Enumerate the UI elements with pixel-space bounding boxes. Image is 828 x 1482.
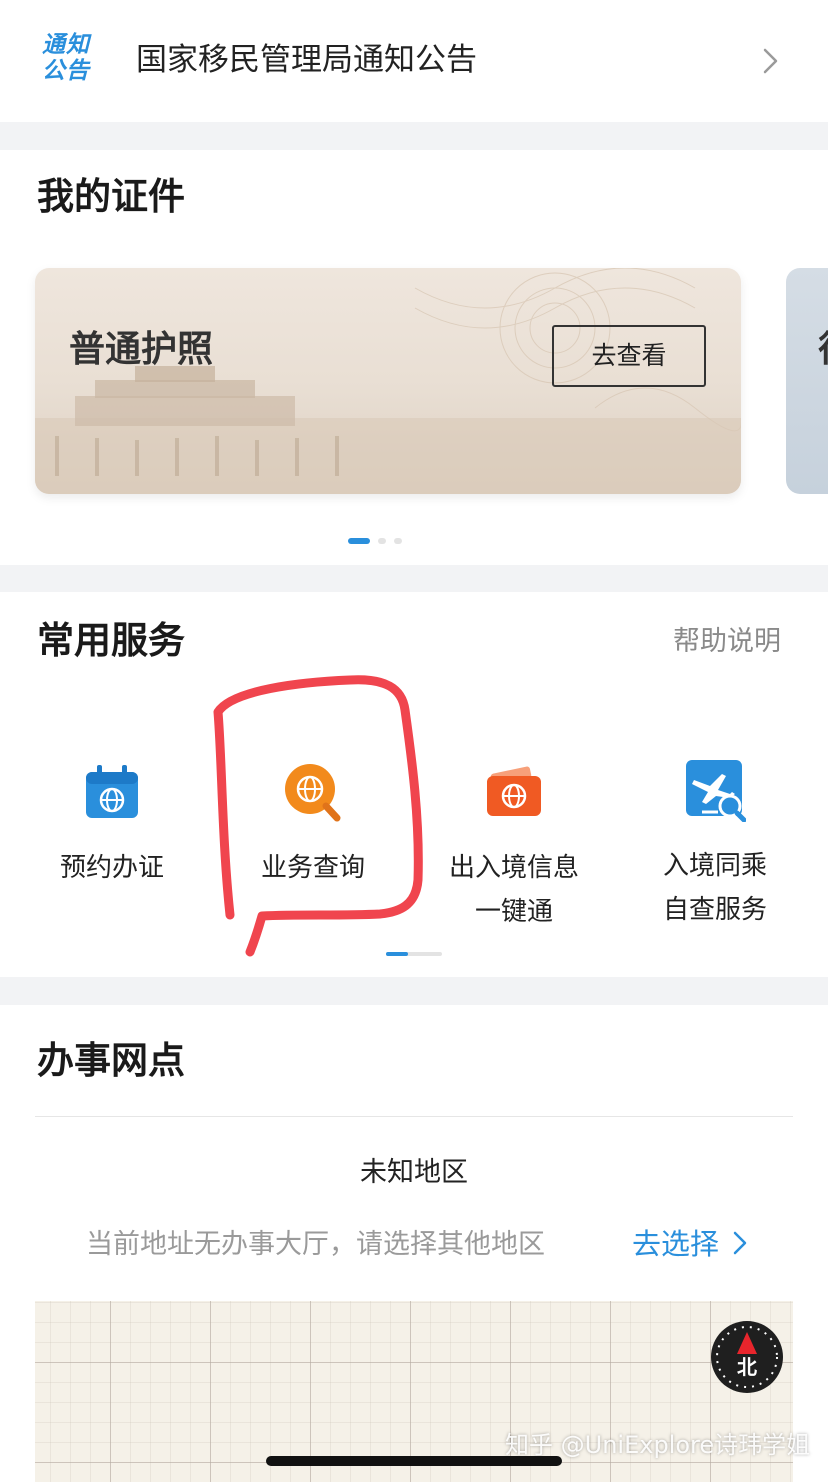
help-link[interactable]: 帮助说明	[673, 622, 781, 662]
scroll-thumb	[386, 952, 408, 956]
service-label-line1: 入境同乘	[662, 851, 767, 881]
section-title: 办事网点	[37, 1039, 185, 1082]
pager-dot	[378, 538, 386, 544]
pager-dot-active	[348, 538, 370, 544]
notice-logo-line1: 通知	[42, 32, 90, 58]
chevron-right-icon[interactable]	[760, 46, 782, 76]
chevron-right-icon	[733, 1231, 747, 1255]
section-title: 常用服务	[37, 619, 185, 662]
my-documents-section: 我的证件 普通护照 去查看 往	[0, 150, 828, 565]
choose-region-label: 去选择	[632, 1227, 720, 1261]
plane-search-icon	[686, 760, 746, 822]
notice-logo: 通知 公告	[42, 32, 106, 88]
view-passport-button[interactable]: 去查看	[552, 325, 706, 387]
globe-search-icon	[285, 764, 341, 822]
next-document-name: 往	[818, 326, 828, 374]
wallet-globe-icon	[487, 766, 541, 816]
service-label-line2: 一键通	[474, 897, 553, 927]
service-label-line1: 出入境信息	[448, 853, 579, 883]
passport-card[interactable]: 普通护照 去查看	[35, 268, 741, 494]
section-title: 我的证件	[37, 175, 185, 218]
compass-label: 北	[737, 1355, 757, 1379]
pager-dot	[394, 538, 402, 544]
services-scroll-indicator	[386, 952, 442, 956]
service-same-flight-check[interactable]: 入境同乘 自查服务	[615, 760, 815, 932]
home-indicator[interactable]	[266, 1456, 562, 1466]
compass-button[interactable]: 北	[710, 1320, 784, 1394]
service-business-query[interactable]: 业务查询	[213, 762, 413, 890]
service-entry-exit-info[interactable]: 出入境信息 一键通	[414, 762, 614, 934]
service-label: 预约办证	[59, 853, 164, 883]
service-label-line2: 自查服务	[662, 895, 767, 925]
notice-title[interactable]: 国家移民管理局通知公告	[136, 38, 477, 82]
region-name: 未知地区	[360, 1157, 468, 1188]
choose-region-link[interactable]: 去选择	[632, 1222, 748, 1266]
divider	[35, 1116, 793, 1117]
calendar-globe-icon	[86, 765, 138, 818]
service-label: 业务查询	[260, 853, 365, 883]
next-document-card[interactable]: 往	[786, 268, 828, 494]
offices-section: 办事网点 未知地区 当前地址无办事大厅，请选择其他地区 去选择	[0, 1005, 828, 1482]
service-appointment[interactable]: 预约办证	[12, 762, 212, 890]
no-hall-message: 当前地址无办事大厅，请选择其他地区	[86, 1229, 545, 1260]
notice-logo-line2: 公告	[42, 58, 90, 84]
passport-name: 普通护照	[69, 329, 214, 370]
services-section: 常用服务 帮助说明 预约办证 业务查询 出入境信息 一键通 入境同乘 自查服务	[0, 592, 828, 977]
notice-bar[interactable]: 通知 公告 国家移民管理局通知公告	[0, 0, 828, 122]
